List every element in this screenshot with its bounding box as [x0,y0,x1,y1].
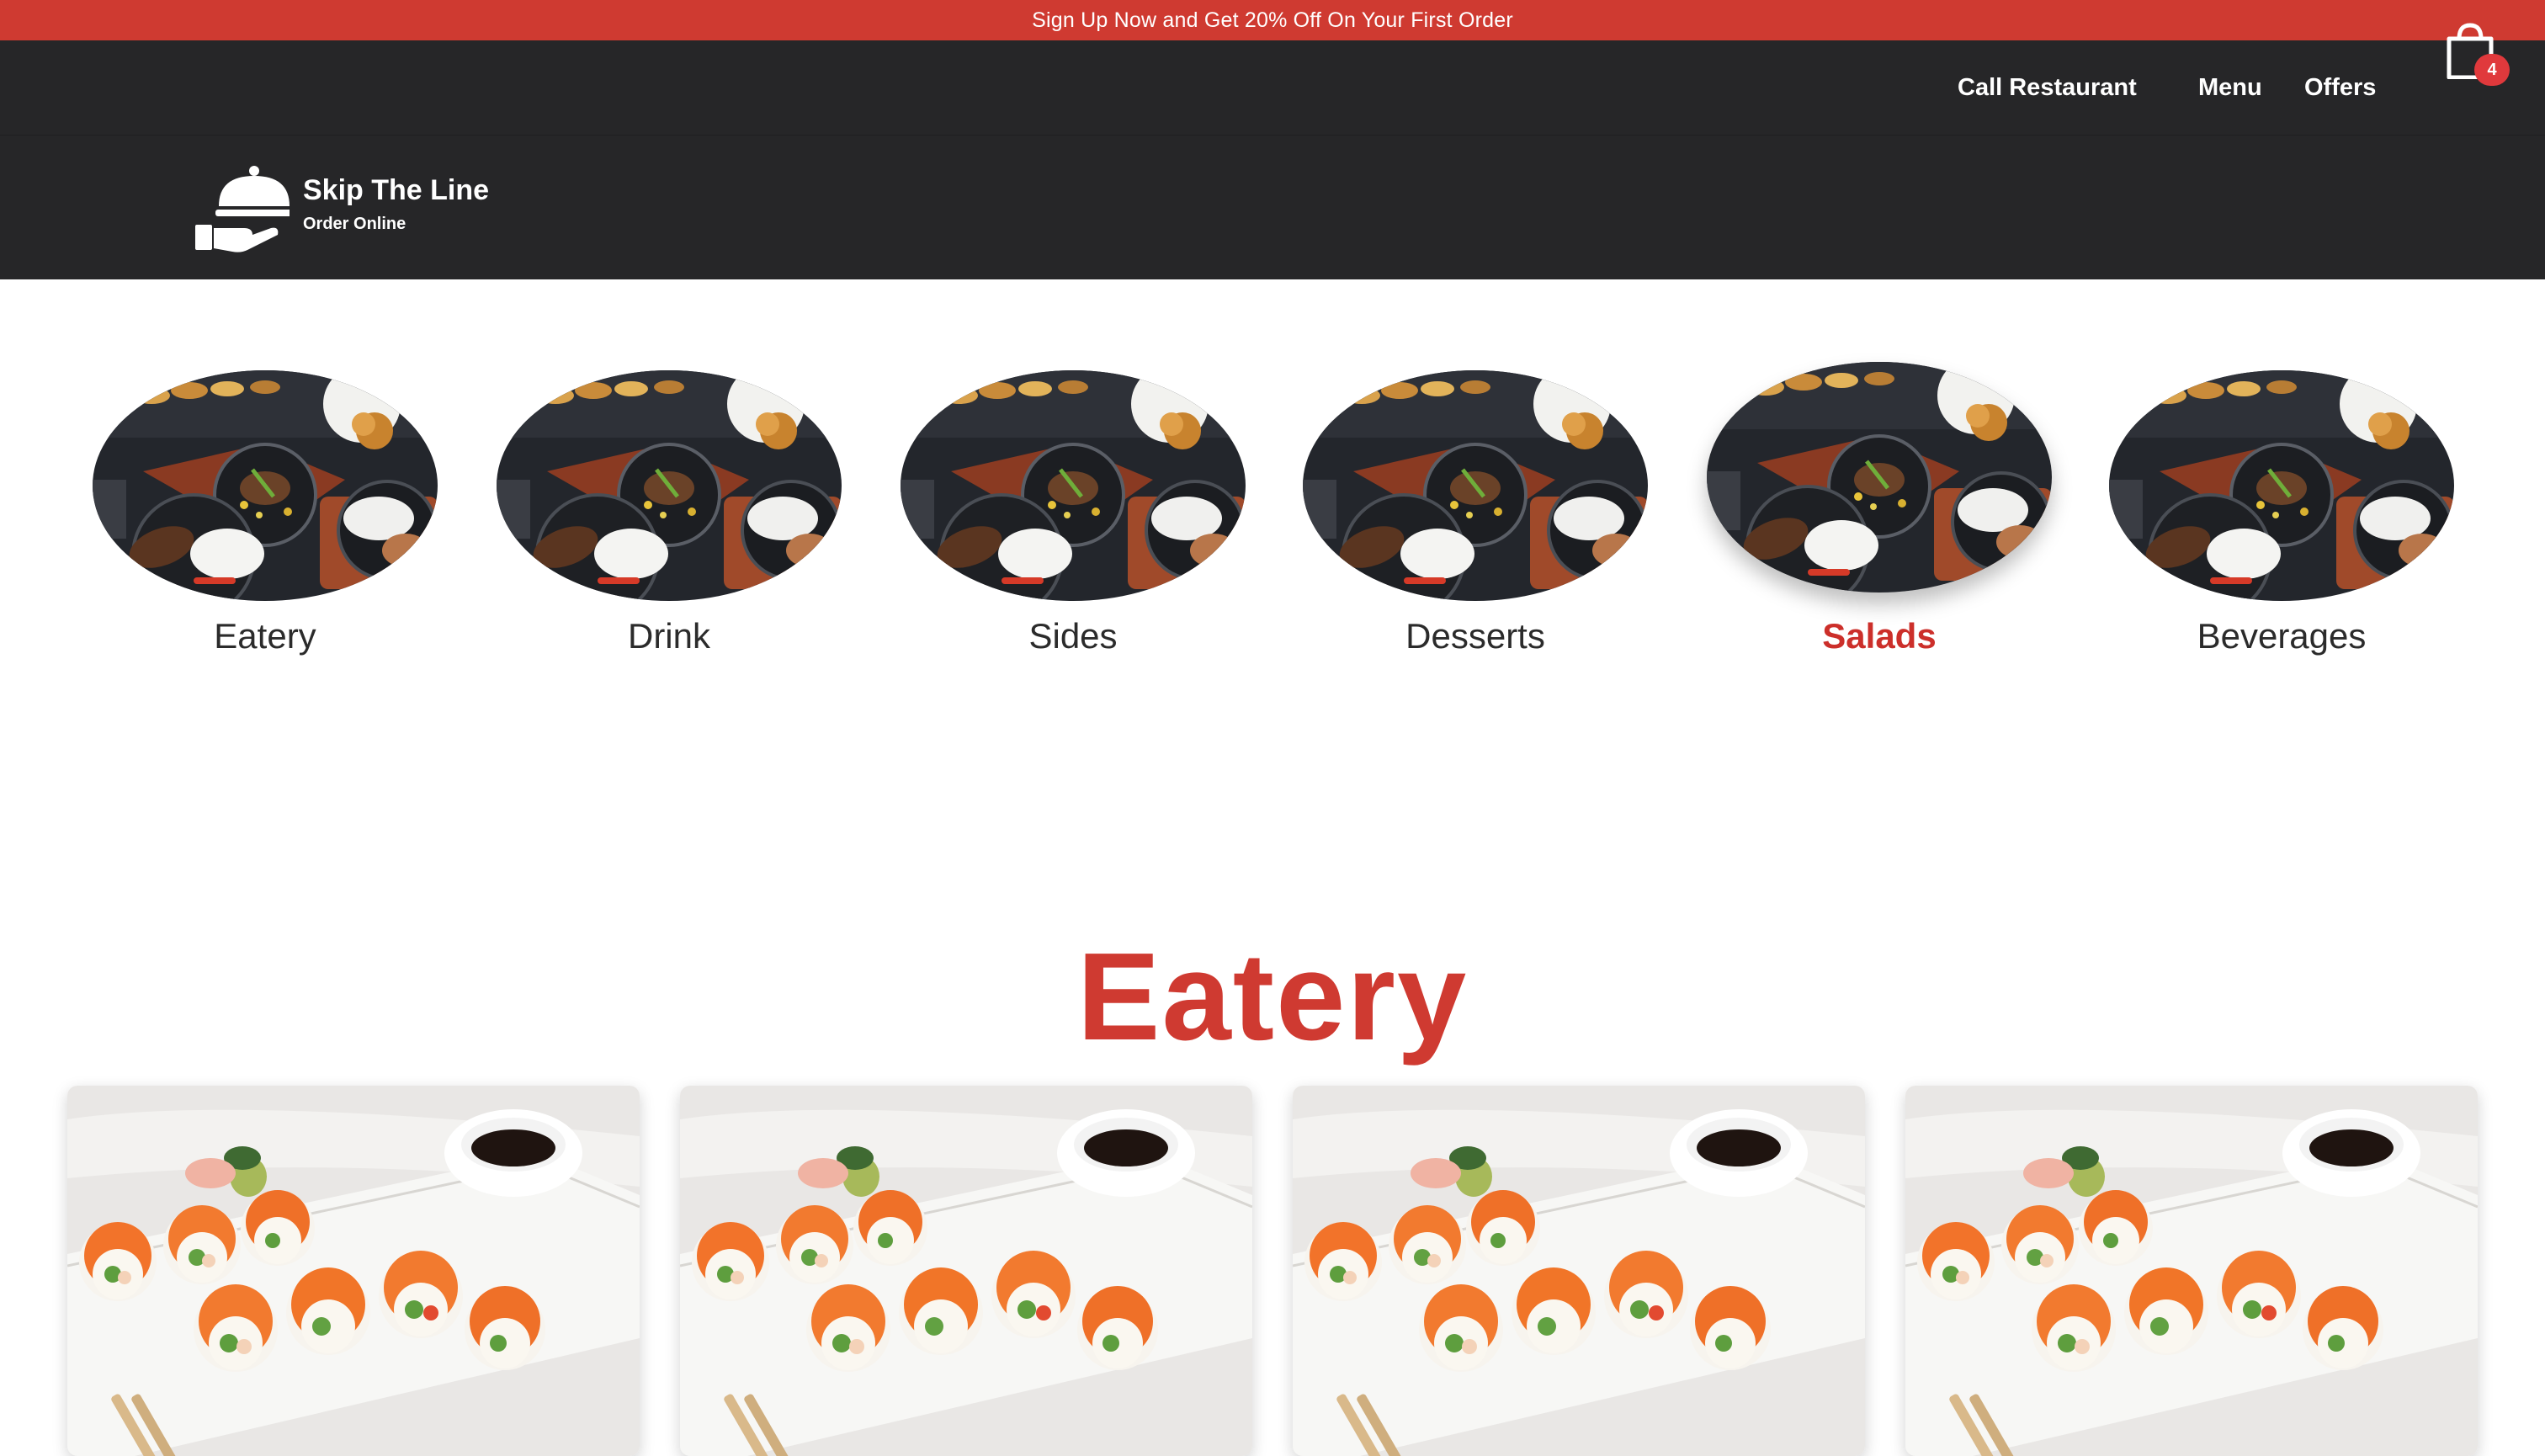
category-label: Beverages [2197,616,2367,656]
product-image [1293,1086,1865,1456]
product-card[interactable] [67,1086,640,1456]
brand-name[interactable]: Skip The Line [303,174,489,207]
category-image [497,370,842,601]
category-label: Salads [1822,616,1937,656]
category-label: Drink [627,616,710,656]
category-desserts[interactable]: Desserts [1303,370,1648,673]
product-image [1905,1086,2478,1456]
call-restaurant-link[interactable]: Call Restaurant [1958,40,2137,135]
product-card[interactable] [680,1086,1252,1456]
section-title: Eatery [1076,927,1469,1066]
category-sides[interactable]: Sides [901,370,1246,673]
brand-tagline: Order Online [303,215,406,233]
category-drink[interactable]: Drink [497,370,842,673]
offers-link[interactable]: Offers [2304,40,2376,135]
product-image [680,1086,1252,1456]
category-label: Sides [1028,616,1118,656]
product-card[interactable] [1293,1086,1865,1456]
category-beverages[interactable]: Beverages [2109,370,2454,673]
product-image [67,1086,640,1456]
category-image [1303,370,1648,601]
category-label: Desserts [1405,616,1545,656]
category-image [93,370,438,601]
brand-bar: Skip The Line Order Online [0,135,2545,279]
promo-banner[interactable]: Sign Up Now and Get 20% Off On Your Firs… [0,0,2545,40]
menu-link[interactable]: Menu [2198,40,2262,135]
cart-count-badge: 4 [2474,54,2510,86]
product-card[interactable] [1905,1086,2478,1456]
top-navigation: Call Restaurant Menu Offers [0,40,2545,135]
serving-cloche-icon[interactable] [194,161,293,255]
category-label: Eatery [214,616,316,656]
category-image [2109,370,2454,601]
category-salads[interactable]: Salads [1707,370,2052,673]
category-eatery[interactable]: Eatery [93,370,438,673]
category-image [1707,362,2052,592]
category-image [901,370,1246,601]
